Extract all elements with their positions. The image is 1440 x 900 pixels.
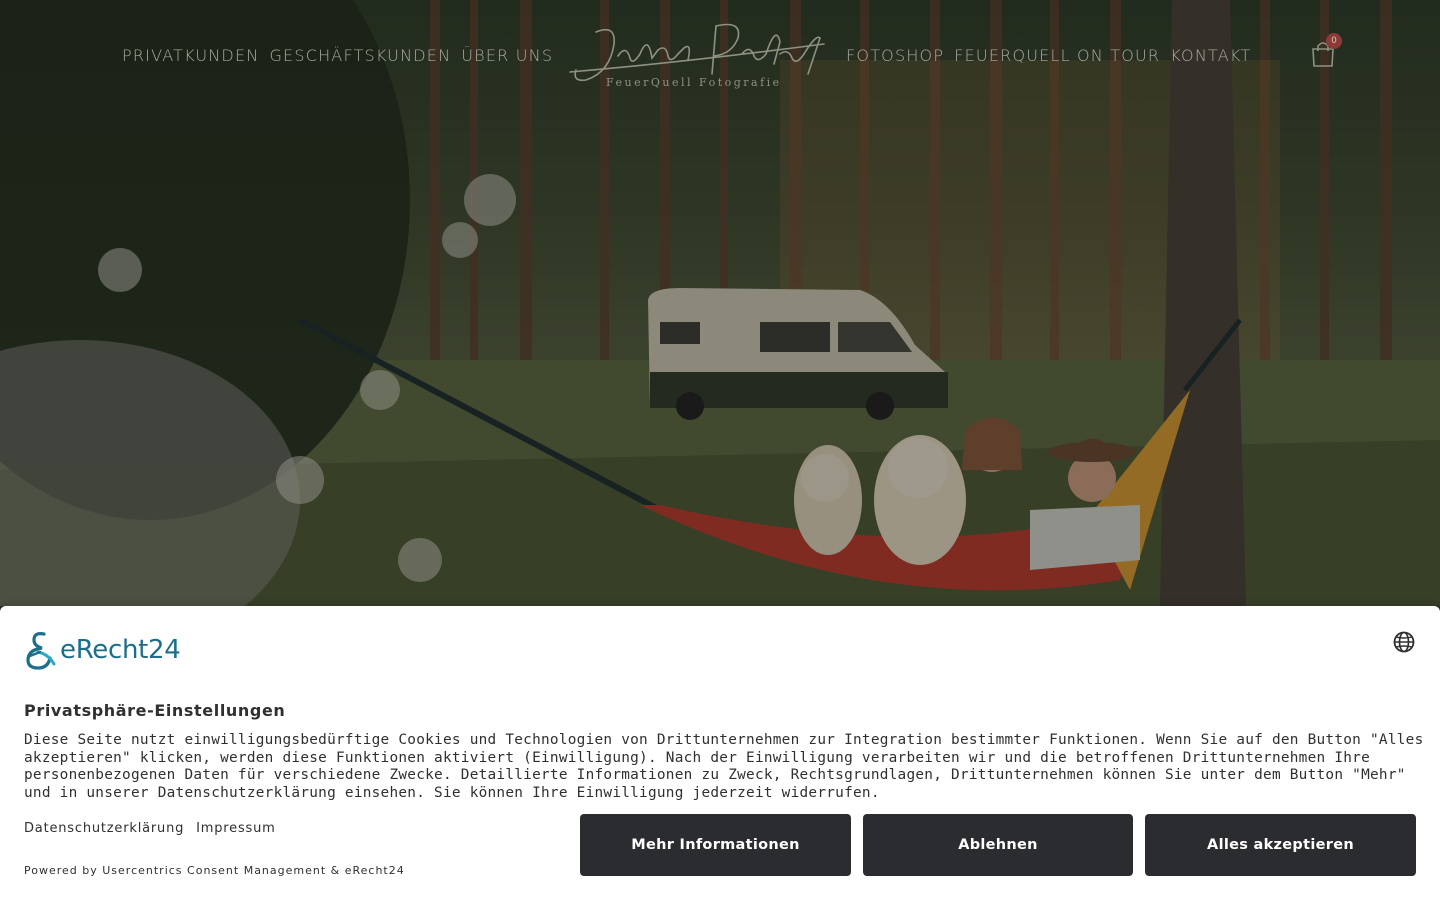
nav-link-ueber-uns[interactable]: ÜBER UNS (461, 46, 553, 65)
site-header: PRIVATKUNDEN GESCHÄFTSKUNDEN ÜBER UNS Fe… (0, 0, 1440, 112)
imprint-link[interactable]: Impressum (196, 821, 275, 836)
accept-all-button[interactable]: Alles akzeptieren (1145, 814, 1416, 876)
consent-title: Privatsphäre-Einstellungen (24, 701, 286, 720)
nav-right: FOTOSHOP FEUERQUELL ON TOUR KONTAKT (846, 46, 1251, 65)
cart-count-badge: 0 (1326, 33, 1342, 49)
consent-brand-text: eRecht24 (60, 635, 181, 665)
powered-by-text: Powered by Usercentrics Consent Manageme… (24, 864, 405, 877)
nav-link-kontakt[interactable]: KONTAKT (1170, 46, 1251, 65)
nav-left: PRIVATKUNDEN GESCHÄFTSKUNDEN ÜBER UNS (122, 46, 553, 65)
consent-description: Diese Seite nutzt einwilligungsbedürftig… (24, 732, 1424, 801)
nav-link-geschaeftskunden[interactable]: GESCHÄFTSKUNDEN (269, 46, 451, 65)
globe-icon[interactable] (1392, 630, 1416, 654)
nav-link-feuerquell-on-tour[interactable]: FEUERQUELL ON TOUR (954, 46, 1160, 65)
consent-brand: eRecht24 (24, 630, 181, 670)
erecht24-logo-icon (26, 632, 56, 670)
consent-links: Datenschutzerklärung Impressum (24, 821, 276, 836)
cookie-consent-banner: eRecht24 Privatsphäre-Einstellungen Dies… (0, 606, 1440, 900)
nav-link-privatkunden[interactable]: PRIVATKUNDEN (122, 46, 259, 65)
more-information-button[interactable]: Mehr Informationen (580, 814, 851, 876)
nav-link-fotoshop[interactable]: FOTOSHOP (846, 46, 944, 65)
deny-button[interactable]: Ablehnen (863, 814, 1133, 876)
logo-subtitle: FeuerQuell Fotografie (606, 76, 782, 89)
privacy-policy-link[interactable]: Datenschutzerklärung (24, 821, 184, 836)
